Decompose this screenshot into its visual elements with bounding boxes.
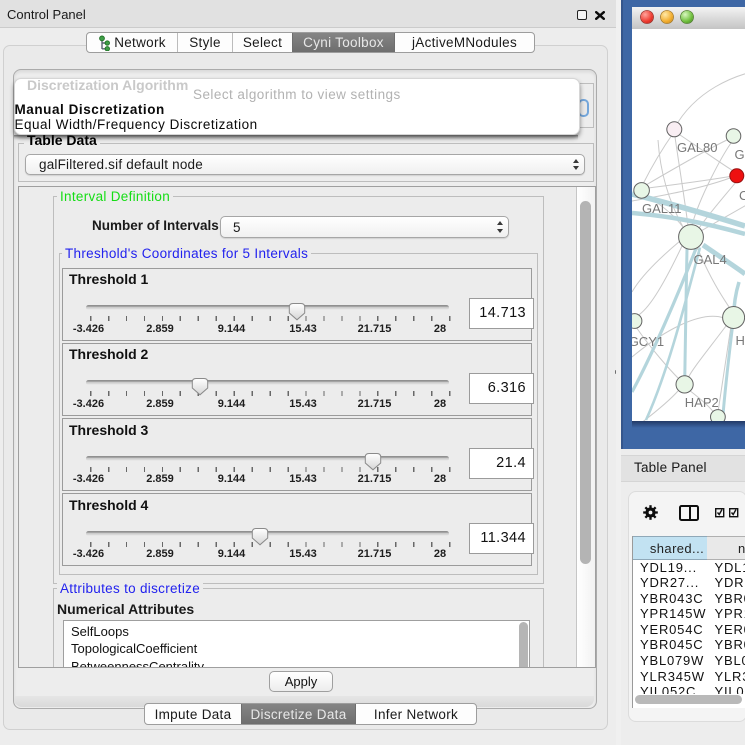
svg-text:H: H (736, 333, 745, 348)
svg-text:GAL4: GAL4 (694, 252, 727, 267)
svg-text:G: G (735, 147, 745, 162)
svg-text:GAL80: GAL80 (677, 140, 717, 155)
svg-text:GAL11: GAL11 (642, 201, 682, 216)
svg-text:C: C (739, 188, 745, 203)
svg-text:GCY1: GCY1 (632, 334, 664, 349)
svg-text:HAP2: HAP2 (685, 395, 719, 410)
